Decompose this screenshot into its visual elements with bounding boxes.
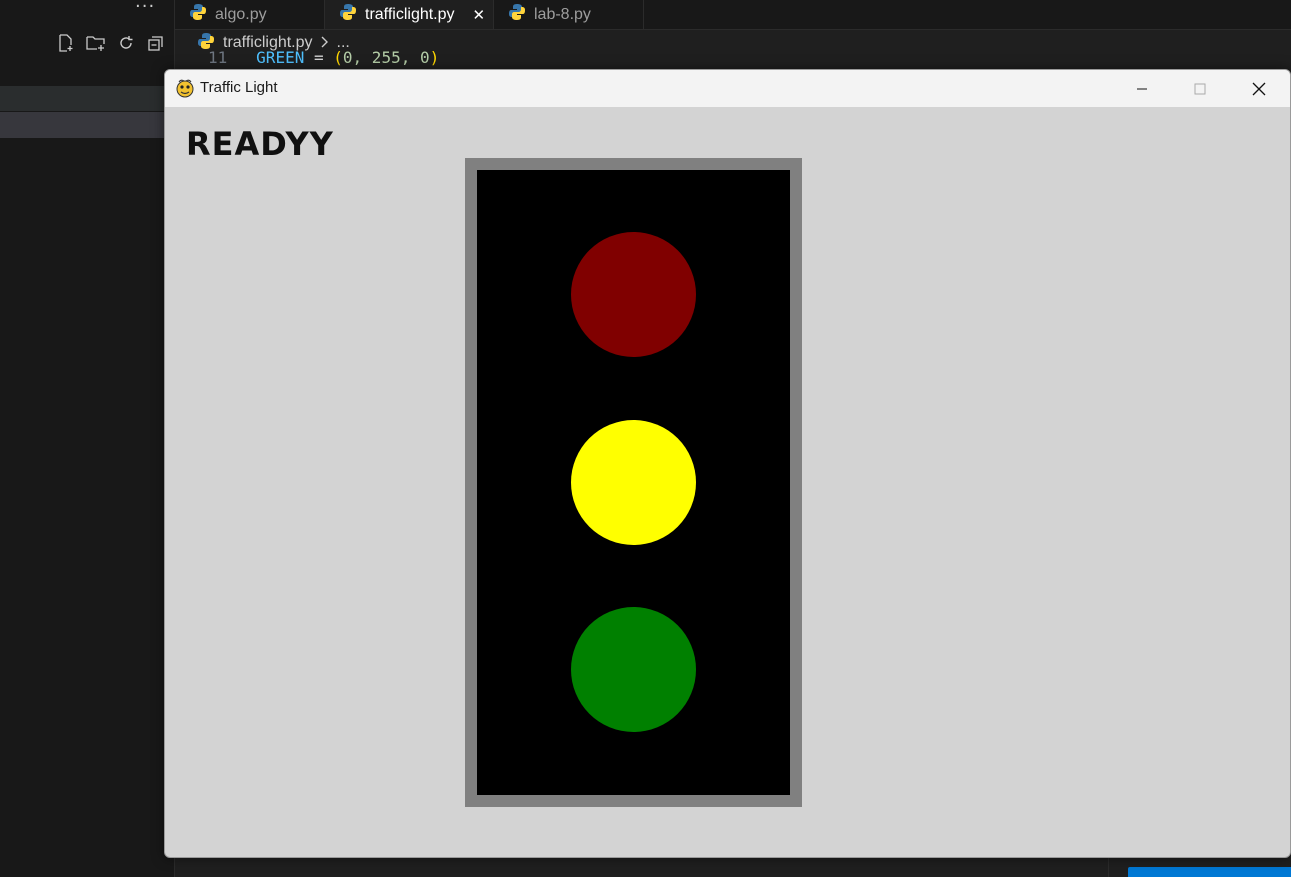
close-icon[interactable] [1230,70,1288,107]
window-titlebar[interactable]: Traffic Light [165,70,1290,107]
code-line: 11 GREEN = (0, 255, 0) [208,48,439,66]
green-light [571,607,696,732]
refresh-icon[interactable] [115,32,137,54]
close-tab-icon[interactable]: ✕ [473,6,486,24]
maximize-icon[interactable] [1171,70,1229,107]
tab-label: trafficlight.py [365,5,455,23]
code-values: 0, 255, 0 [342,48,430,66]
tab-lab-8[interactable]: lab-8.py [494,0,644,29]
primary-button[interactable] [1128,867,1291,877]
collapse-all-icon[interactable] [145,32,167,54]
more-actions-icon[interactable]: ··· [135,0,155,17]
red-light [571,232,696,357]
status-text: READYY [186,125,334,163]
tab-label: lab-8.py [534,5,591,23]
explorer-actions [55,32,167,54]
tab-label: algo.py [215,5,267,23]
traffic-light-face [477,170,790,795]
new-folder-icon[interactable] [85,32,107,54]
yellow-light [571,420,696,545]
window-title: Traffic Light [200,79,278,96]
panel-divider [1108,858,1109,877]
code-paren-open: ( [333,48,343,66]
explorer-row-selected[interactable] [0,112,174,138]
minimize-icon[interactable] [1113,70,1171,107]
traffic-light-housing [465,158,802,807]
python-file-icon [508,3,526,26]
explorer-sidebar: ··· [0,0,175,877]
code-variable: GREEN [256,48,305,66]
python-file-icon [339,3,357,26]
line-number: 11 [208,48,228,66]
python-file-icon [189,3,207,26]
tab-trafficlight[interactable]: trafficlight.py ✕ [325,0,494,29]
traffic-light-window: Traffic Light READYY [164,69,1291,858]
tab-algo[interactable]: algo.py [175,0,325,29]
new-file-icon[interactable] [55,32,77,54]
pygame-snake-icon [175,78,195,98]
code-paren-close: ) [429,48,440,66]
editor-tab-bar: algo.py trafficlight.py ✕ lab-8.py [175,0,1291,30]
code-operator: = [313,48,324,66]
explorer-row-hover[interactable] [0,86,174,111]
